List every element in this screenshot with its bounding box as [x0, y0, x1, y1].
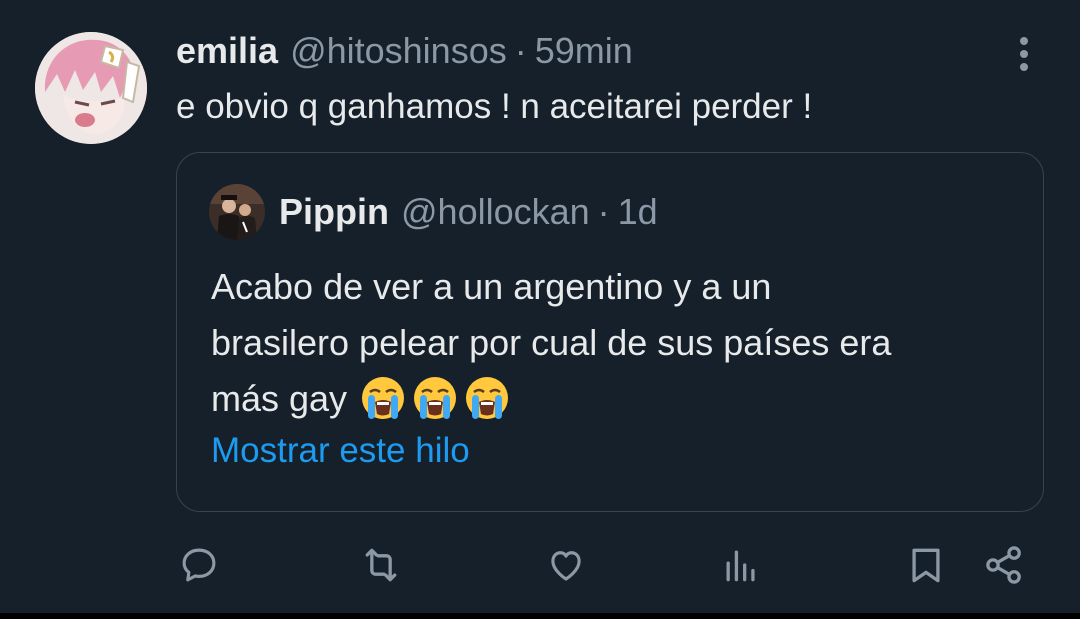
loudly-crying-face-icon [466, 377, 509, 420]
views-icon [726, 550, 755, 582]
quoted-tweet-timestamp[interactable]: 1d [618, 191, 658, 233]
share-button[interactable] [981, 542, 1027, 588]
quoted-tweet-header: Pippin @hollockan · 1d [279, 187, 658, 237]
quoted-author-display-name[interactable]: Pippin [279, 191, 389, 233]
tweet-header: emilia @hitoshinsos · 59min [176, 26, 633, 76]
quoted-text-line-content: más gay [211, 378, 348, 419]
quoted-author-avatar[interactable] [209, 184, 265, 240]
quoted-author-handle[interactable]: @hollockan [401, 191, 590, 233]
author-display-name[interactable]: emilia [176, 30, 278, 72]
like-icon [551, 551, 581, 581]
quoted-text-line: brasilero pelear por cual de sus países … [211, 322, 892, 363]
show-thread-link[interactable]: Mostrar este hilo [211, 431, 470, 471]
like-button[interactable] [543, 542, 589, 588]
more-dot [1020, 63, 1028, 71]
more-vertical-icon[interactable] [1006, 34, 1042, 74]
loudly-crying-face-icon [362, 377, 405, 420]
quoted-tweet-text: Acabo de ver a un argentino y a un brasi… [211, 259, 1031, 427]
bookmark-icon [912, 548, 940, 583]
bookmark-button[interactable] [903, 542, 949, 588]
emoji-row [359, 374, 511, 422]
retweet-icon [365, 548, 397, 582]
reply-button[interactable] [176, 542, 222, 588]
retweet-button[interactable] [358, 542, 404, 588]
author-avatar[interactable] [35, 32, 147, 144]
reply-icon [182, 548, 216, 582]
quoted-text-line: Acabo de ver a un argentino y a un [211, 266, 772, 307]
tweet-timestamp[interactable]: 59min [535, 30, 633, 72]
author-handle[interactable]: @hitoshinsos [290, 30, 507, 72]
share-icon [986, 546, 1021, 584]
views-button[interactable] [718, 542, 764, 588]
loudly-crying-face-icon [414, 377, 457, 420]
quoted-text-line: más gay [211, 371, 1031, 427]
quoted-tweet-card[interactable]: Pippin @hollockan · 1d Acabo de ver a un… [176, 152, 1044, 512]
more-dot [1020, 37, 1028, 45]
bottom-divider [0, 613, 1080, 619]
header-separator: · [514, 30, 527, 71]
quoted-header-separator: · [597, 191, 610, 232]
tweet-text: e obvio q ganhamos ! n aceitarei perder … [176, 87, 813, 126]
more-dot [1020, 50, 1028, 58]
